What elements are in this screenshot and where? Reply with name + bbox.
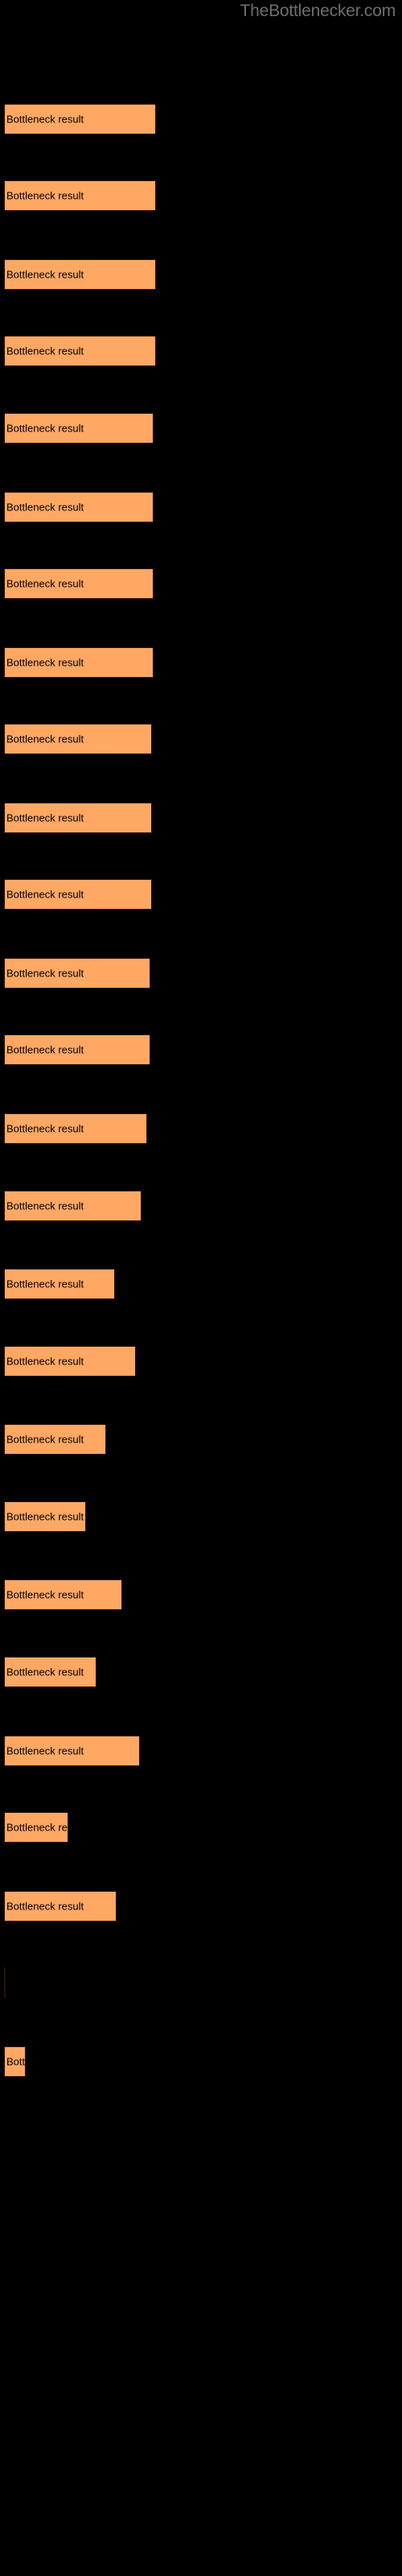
bottleneck-bar-6[interactable]: Bottleneck result <box>4 492 154 522</box>
bottleneck-chart-page: TheBottlenecker.com Bottleneck result Bot… <box>0 0 402 2576</box>
bottleneck-bar-2[interactable]: Bottleneck result <box>4 180 156 211</box>
bottleneck-bar-label: Bottleneck result <box>6 967 84 980</box>
bottleneck-bar-22[interactable]: Bottleneck result <box>4 1736 140 1766</box>
bottleneck-bar-12[interactable]: Bottleneck result <box>4 958 150 989</box>
bottleneck-bar-label: Bottleneck result <box>6 501 84 514</box>
bottleneck-bar-18[interactable]: Bottleneck result <box>4 1424 106 1455</box>
bottleneck-bar-label: Bottleneck result <box>6 1278 84 1290</box>
bottleneck-bar-10[interactable]: Bottleneck result <box>4 803 152 833</box>
bottleneck-bar-14[interactable]: Bottleneck result <box>4 1113 147 1144</box>
bottleneck-bar-label: Bottleneck result <box>6 2055 26 2068</box>
bottleneck-bar-9[interactable]: Bottleneck result <box>4 724 152 754</box>
bottleneck-bar-label: Bottleneck result <box>6 1510 84 1523</box>
bottleneck-bar-15[interactable]: Bottleneck result <box>4 1191 142 1221</box>
bottleneck-bar-label: Bottleneck result <box>6 577 84 590</box>
bottleneck-bar-17[interactable]: Bottleneck result <box>4 1346 136 1377</box>
bottleneck-bar-label: Bottleneck result <box>6 1900 84 1913</box>
bottleneck-bar-label: Bottleneck result <box>6 733 84 745</box>
bottleneck-bar-3[interactable]: Bottleneck result <box>4 259 156 290</box>
bottleneck-bar-16[interactable]: Bottleneck result <box>4 1269 115 1299</box>
bottleneck-bar-7[interactable]: Bottleneck result <box>4 568 154 599</box>
bottleneck-bar-1[interactable]: Bottleneck result <box>4 104 156 134</box>
bottleneck-bar-13[interactable]: Bottleneck result <box>4 1034 150 1065</box>
bottleneck-bar-label: Bottleneck result <box>6 422 84 435</box>
bottleneck-bar-8[interactable]: Bottleneck result <box>4 647 154 678</box>
bottleneck-bar-20[interactable]: Bottleneck result <box>4 1579 122 1610</box>
bottleneck-bar-label: Bottleneck result <box>6 1122 84 1135</box>
bottleneck-bar-11[interactable]: Bottleneck result <box>4 879 152 910</box>
bottleneck-bar-26[interactable]: Bottleneck result <box>4 2046 26 2077</box>
bottleneck-bar-label: Bottleneck result <box>6 1588 84 1601</box>
bottleneck-bar-label: Bottleneck result <box>6 189 84 202</box>
bar-chart-plot-area: Bottleneck result Bottleneck result Bottle… <box>0 0 402 2576</box>
bottleneck-bar-label: Bottleneck result <box>6 1744 84 1757</box>
bottleneck-bar-label: Bottleneck result <box>6 268 84 281</box>
bottleneck-bar-5[interactable]: Bottleneck result <box>4 413 154 444</box>
bottleneck-bar-label: Bottleneck result <box>6 811 84 824</box>
bottleneck-bar-23[interactable]: Bottleneck result <box>4 1812 68 1843</box>
bottleneck-bar-label: Bottleneck result <box>6 345 84 357</box>
bottleneck-bar-label: Bottleneck result <box>6 1355 84 1368</box>
bottleneck-bar-19[interactable]: Bottleneck result <box>4 1501 86 1532</box>
bottleneck-bar-label: Bottleneck result <box>6 888 84 901</box>
bottleneck-bar-25[interactable] <box>4 1967 6 1998</box>
bottleneck-bar-label: Bottleneck result <box>6 1433 84 1446</box>
bottleneck-bar-label: Bottleneck result <box>6 1821 68 1834</box>
bottleneck-bar-label: Bottleneck result <box>6 1199 84 1212</box>
bottleneck-bar-label: Bottleneck result <box>6 656 84 669</box>
bottleneck-bar-24[interactable]: Bottleneck result <box>4 1891 117 1922</box>
bottleneck-bar-4[interactable]: Bottleneck result <box>4 336 156 366</box>
bottleneck-bar-label: Bottleneck result <box>6 113 84 126</box>
bottleneck-bar-21[interactable]: Bottleneck result <box>4 1657 96 1687</box>
bottleneck-bar-label: Bottleneck result <box>6 1666 84 1678</box>
bottleneck-bar-label: Bottleneck result <box>6 1043 84 1056</box>
